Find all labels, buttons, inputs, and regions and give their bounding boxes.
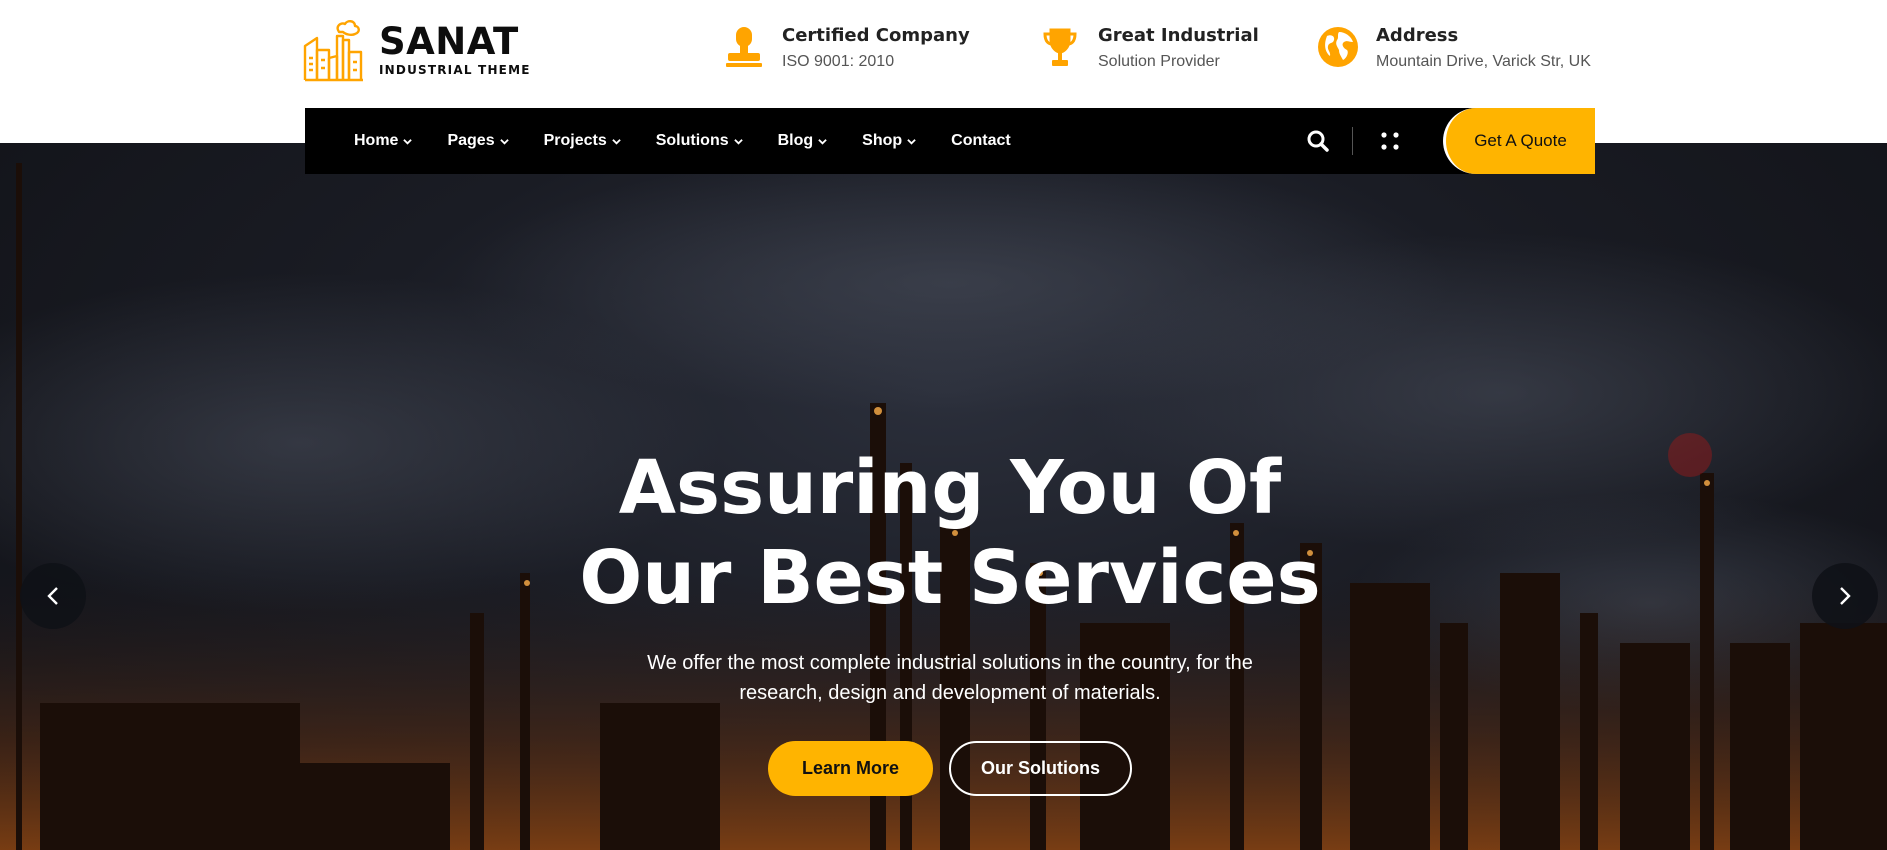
nav-item-label: Solutions [655,132,729,149]
chevron-down-icon [499,138,509,145]
chevron-down-icon [907,138,916,145]
info-title: Address [1376,25,1459,46]
hero-title-line-2: Our Best Services [579,535,1321,621]
nav-item-shop[interactable]: Shop [862,108,916,174]
globe-icon [1318,27,1358,67]
logo[interactable]: SANAT INDUSTRIAL THEME [303,18,531,82]
grid-dots-icon[interactable] [1379,130,1401,152]
nav-divider [1352,127,1353,155]
nav-item-blog[interactable]: Blog [778,108,828,174]
hero-title-line-1: Assuring You Of [618,445,1282,531]
nav-item-pages[interactable]: Pages [447,108,509,174]
nav-actions: Get A Quote [1306,108,1595,174]
hero-title: Assuring You Of Our Best Services [0,443,1887,623]
brand-name: SANAT [379,20,519,63]
nav-item-solutions[interactable]: Solutions [656,108,743,174]
hero-slider: Assuring You Of Our Best Services We off… [0,143,1887,850]
hero-buttons: Learn More Our Solutions [0,741,1887,796]
nav-item-label: Home [354,132,399,149]
chevron-down-icon [818,138,827,145]
nav-item-contact[interactable]: Contact [951,108,1011,174]
hero-subtitle-line-1: We offer the most complete industrial so… [647,652,1253,674]
hero-subtitle-line-2: research, design and development of mate… [739,682,1161,704]
info-address: Address Mountain Drive, Varick Str, UK [1316,24,1591,72]
nav-item-home[interactable]: Home [354,108,413,174]
info-subtitle: Solution Provider [1098,53,1220,70]
info-certified: Certified Company ISO 9001: 2010 [722,24,970,72]
trophy-icon [1043,28,1077,66]
chevron-down-icon [611,138,621,145]
chevron-down-icon [403,138,413,145]
info-title: Certified Company [782,25,970,46]
nav-item-label: Blog [777,132,814,149]
info-subtitle: ISO 9001: 2010 [782,53,895,70]
nav-item-label: Projects [543,132,607,149]
nav-item-label: Pages [447,132,495,149]
get-quote-button[interactable]: Get A Quote [1443,108,1595,174]
learn-more-button[interactable]: Learn More [768,741,933,796]
info-subtitle: Mountain Drive, Varick Str, UK [1376,53,1591,70]
nav-item-projects[interactable]: Projects [544,108,621,174]
chevron-down-icon [733,138,743,145]
factory-logo-icon [303,20,363,82]
main-navigation: Home Pages Projects Solutions Blog Shop … [305,108,1595,174]
nav-item-label: Contact [951,132,1011,149]
info-title: Great Industrial [1098,25,1259,46]
nav-item-label: Shop [862,132,903,149]
nav-menu: Home Pages Projects Solutions Blog Shop … [354,108,1046,174]
brand-tagline: INDUSTRIAL THEME [379,63,531,77]
info-industrial: Great Industrial Solution Provider [1038,24,1259,72]
search-icon[interactable] [1306,129,1330,153]
hero-subtitle: We offer the most complete industrial so… [0,648,1887,708]
our-solutions-button[interactable]: Our Solutions [949,741,1132,796]
stamp-icon [726,27,762,67]
